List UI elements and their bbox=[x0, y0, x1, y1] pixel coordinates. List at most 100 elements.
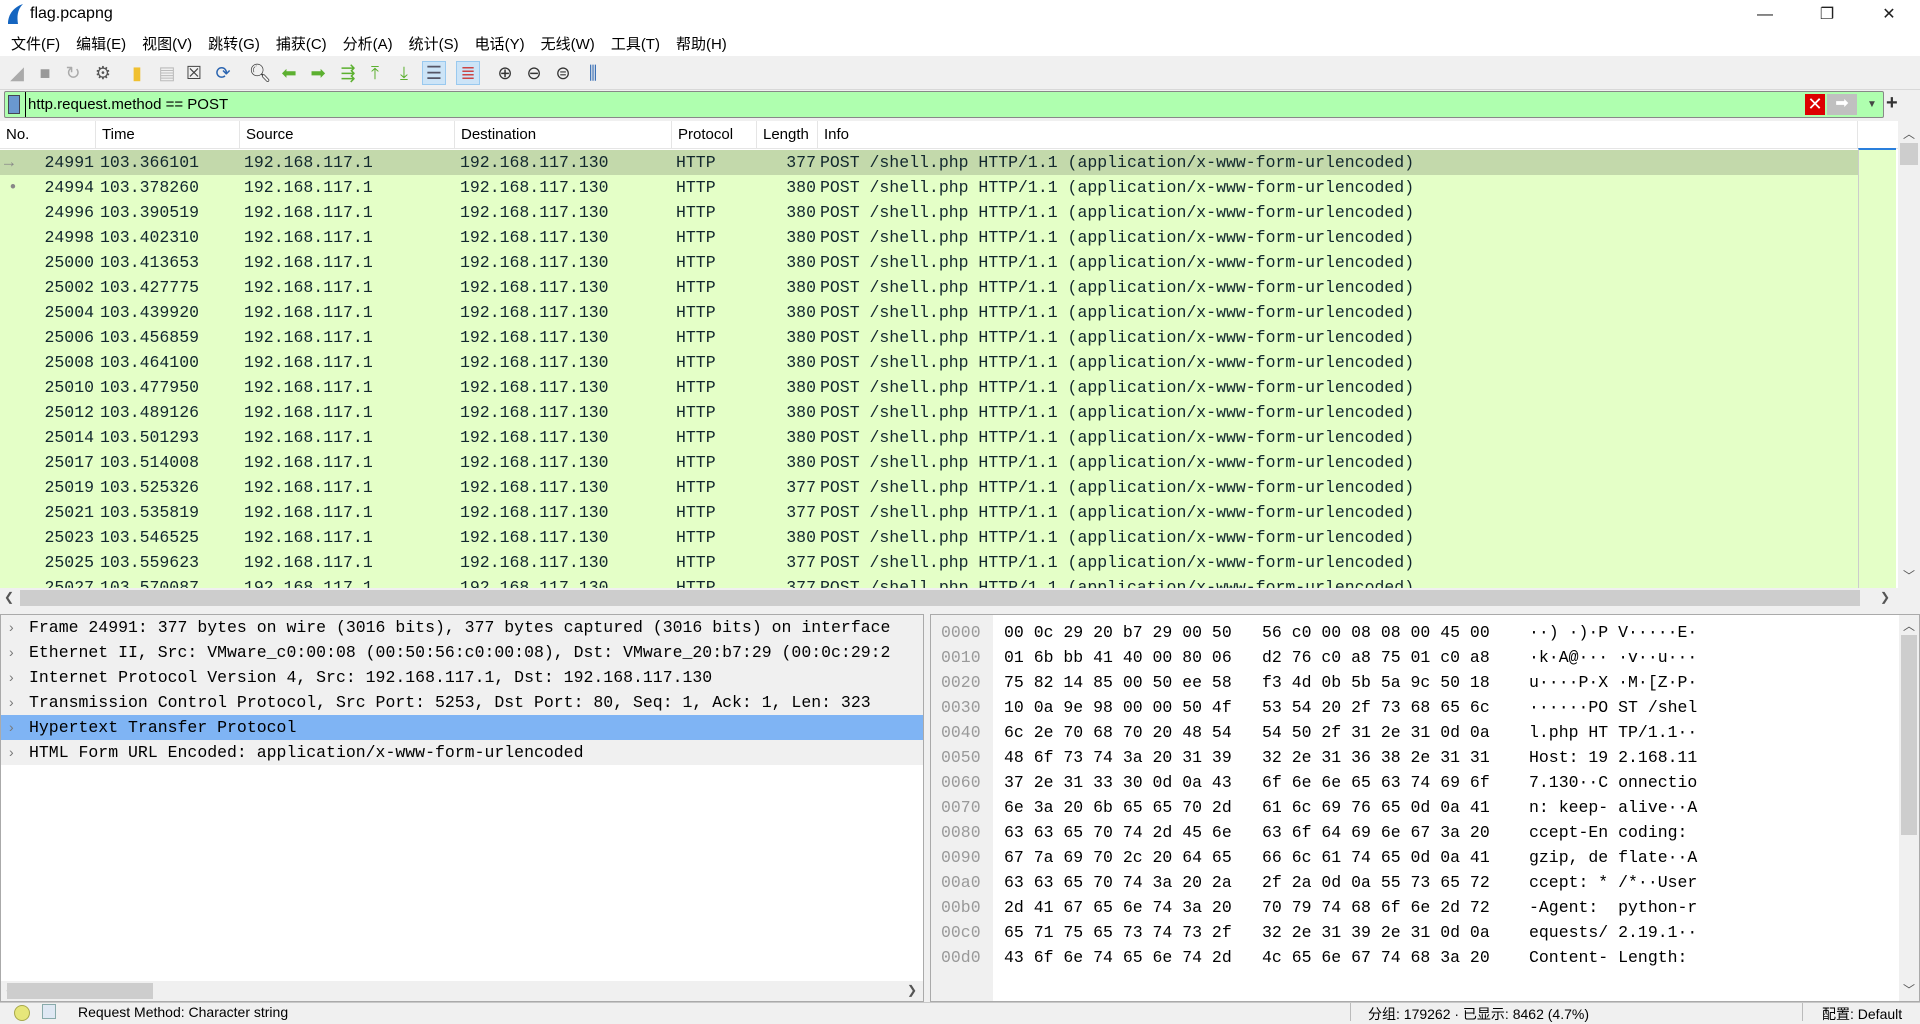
hex-bytes-2[interactable]: 2f 2a 0d 0a 55 73 65 72 bbox=[1262, 870, 1490, 895]
hex-bytes-2[interactable]: 32 2e 31 39 2e 31 0d 0a bbox=[1262, 920, 1490, 945]
column-header-info[interactable]: Info bbox=[818, 121, 1858, 149]
hex-bytes-1[interactable]: 10 0a 9e 98 00 00 50 4f bbox=[1004, 695, 1232, 720]
reload-icon[interactable]: ⟳ bbox=[211, 61, 235, 85]
hex-bytes-1[interactable]: 01 6b bb 41 40 00 80 06 bbox=[1004, 645, 1232, 670]
hex-bytes-1[interactable]: 6c 2e 70 68 70 20 48 54 bbox=[1004, 720, 1232, 745]
hex-bytes-1[interactable]: 6e 3a 20 6b 65 65 70 2d bbox=[1004, 795, 1232, 820]
hex-bytes-2[interactable]: 70 79 74 68 6f 6e 2d 72 bbox=[1262, 895, 1490, 920]
detail-tree-item[interactable]: › Transmission Control Protocol, Src Port… bbox=[1, 690, 923, 715]
expand-chevron-icon[interactable]: › bbox=[9, 715, 14, 740]
ascii-bytes[interactable]: u····P·X ·M·[Z·P· bbox=[1529, 670, 1697, 695]
scroll-down-icon[interactable]: ﹀ bbox=[1898, 567, 1920, 584]
ascii-bytes[interactable]: ······PO ST /shel bbox=[1529, 695, 1697, 720]
packet-row[interactable]: 25000 103.413653 192.168.117.1 192.168.117.… bbox=[0, 250, 1858, 275]
go-back-icon[interactable]: ⬅ bbox=[277, 61, 301, 85]
packet-row[interactable]: 25027 103.570087 192.168.117.1 192.168.117.… bbox=[0, 575, 1858, 588]
scrollbar-thumb[interactable] bbox=[1901, 635, 1917, 835]
column-header-time[interactable]: Time bbox=[96, 121, 240, 149]
menu-item[interactable]: 工具(T) bbox=[608, 33, 669, 54]
menu-item[interactable]: 分析(A) bbox=[340, 33, 402, 54]
packet-row[interactable]: 25004 103.439920 192.168.117.1 192.168.117.… bbox=[0, 300, 1858, 325]
add-filter-button-icon[interactable]: + bbox=[1886, 92, 1898, 115]
ascii-bytes[interactable]: l.php HT TP/1.1·· bbox=[1529, 720, 1697, 745]
ascii-bytes[interactable]: Content- Length: bbox=[1529, 945, 1697, 970]
open-file-icon[interactable]: ▮ bbox=[125, 61, 149, 85]
packet-row[interactable]: 25006 103.456859 192.168.117.1 192.168.117.… bbox=[0, 325, 1858, 350]
zoom-in-icon[interactable]: ⊕ bbox=[493, 61, 517, 85]
details-horizontal-scrollbar[interactable]: ❮ ❯ bbox=[1, 981, 923, 1001]
find-packet-icon[interactable]: 🔍︎ bbox=[248, 61, 272, 85]
column-header-source[interactable]: Source bbox=[240, 121, 455, 149]
expand-chevron-icon[interactable]: › bbox=[9, 690, 14, 715]
menu-item[interactable]: 帮助(H) bbox=[673, 33, 736, 54]
ascii-bytes[interactable]: Host: 19 2.168.11 bbox=[1529, 745, 1697, 770]
scroll-left-icon[interactable]: ❮ bbox=[2, 590, 16, 604]
hex-bytes-2[interactable]: 63 6f 64 69 6e 67 3a 20 bbox=[1262, 820, 1490, 845]
scroll-right-icon[interactable]: ❯ bbox=[1878, 590, 1892, 604]
hex-bytes-1[interactable]: 65 71 75 65 73 74 73 2f bbox=[1004, 920, 1232, 945]
ascii-bytes[interactable]: equests/ 2.19.1·· bbox=[1529, 920, 1697, 945]
hex-bytes-1[interactable]: 48 6f 73 74 3a 20 31 39 bbox=[1004, 745, 1232, 770]
menu-item[interactable]: 捕获(C) bbox=[273, 33, 336, 54]
hex-bytes-2[interactable]: 61 6c 69 76 65 0d 0a 41 bbox=[1262, 795, 1490, 820]
packet-row[interactable]: 25025 103.559623 192.168.117.1 192.168.117.… bbox=[0, 550, 1858, 575]
hex-bytes-2[interactable]: 32 2e 31 36 38 2e 31 31 bbox=[1262, 745, 1490, 770]
zoom-out-icon[interactable]: ⊖ bbox=[522, 61, 546, 85]
minimize-button[interactable]: — bbox=[1742, 0, 1788, 30]
expand-chevron-icon[interactable]: › bbox=[9, 740, 14, 765]
zoom-normal-icon[interactable]: ⊜ bbox=[551, 61, 575, 85]
resize-columns-icon[interactable]: ⫼ bbox=[581, 61, 605, 85]
hex-bytes-2[interactable]: 53 54 20 2f 73 68 65 6c bbox=[1262, 695, 1490, 720]
hex-bytes-2[interactable]: 56 c0 00 08 08 00 45 00 bbox=[1262, 620, 1490, 645]
first-packet-icon[interactable]: ⤒ bbox=[363, 61, 387, 85]
ascii-bytes[interactable]: ··) ·)·P V·····E· bbox=[1529, 620, 1697, 645]
scroll-up-icon[interactable]: ︿ bbox=[1898, 125, 1920, 142]
last-packet-icon[interactable]: ⤓ bbox=[392, 61, 416, 85]
menu-item[interactable]: 视图(V) bbox=[139, 33, 201, 54]
packet-row[interactable]: 25010 103.477950 192.168.117.1 192.168.117.… bbox=[0, 375, 1858, 400]
detail-tree-item[interactable]: › Hypertext Transfer Protocol bbox=[1, 715, 923, 740]
hex-bytes-2[interactable]: 6f 6e 6e 65 63 74 69 6f bbox=[1262, 770, 1490, 795]
menu-item[interactable]: 文件(F) bbox=[8, 33, 69, 54]
ascii-bytes[interactable]: -Agent: python-r bbox=[1529, 895, 1697, 920]
hex-bytes-1[interactable]: 2d 41 67 65 6e 74 3a 20 bbox=[1004, 895, 1232, 920]
packet-row[interactable]: 25014 103.501293 192.168.117.1 192.168.117.… bbox=[0, 425, 1858, 450]
capture-comment-icon[interactable] bbox=[42, 1004, 56, 1019]
ascii-bytes[interactable]: ccept-En coding: bbox=[1529, 820, 1697, 845]
scrollbar-thumb[interactable] bbox=[1900, 143, 1918, 165]
packet-row[interactable]: 25012 103.489126 192.168.117.1 192.168.117.… bbox=[0, 400, 1858, 425]
ascii-bytes[interactable]: ·k·A@··· ·v··u··· bbox=[1529, 645, 1697, 670]
filter-bookmark-icon[interactable] bbox=[8, 95, 20, 114]
packet-row[interactable]: 25008 103.464100 192.168.117.1 192.168.117.… bbox=[0, 350, 1858, 375]
go-forward-icon[interactable]: ➡ bbox=[306, 61, 330, 85]
hex-bytes-1[interactable]: 00 0c 29 20 b7 29 00 50 bbox=[1004, 620, 1232, 645]
packet-row[interactable]: 25023 103.546525 192.168.117.1 192.168.117.… bbox=[0, 525, 1858, 550]
colorize-icon[interactable]: ≣ bbox=[456, 61, 480, 85]
scroll-right-icon[interactable]: ❯ bbox=[905, 983, 919, 997]
ascii-bytes[interactable]: ccept: * /*··User bbox=[1529, 870, 1697, 895]
file-icon[interactable]: ▤ bbox=[155, 61, 179, 85]
status-profile[interactable]: 配置: Default bbox=[1822, 1004, 1902, 1024]
expand-chevron-icon[interactable]: › bbox=[9, 615, 14, 640]
ascii-bytes[interactable]: 7.130··C onnectio bbox=[1529, 770, 1697, 795]
column-header-protocol[interactable]: Protocol bbox=[672, 121, 757, 149]
hex-bytes-1[interactable]: 37 2e 31 33 30 0d 0a 43 bbox=[1004, 770, 1232, 795]
ascii-bytes[interactable]: n: keep- alive··A bbox=[1529, 795, 1697, 820]
packet-row[interactable]: 24991 103.366101 192.168.117.1 192.168.117.… bbox=[0, 150, 1858, 175]
column-header-destination[interactable]: Destination bbox=[455, 121, 672, 149]
maximize-button[interactable]: ❐ bbox=[1804, 0, 1850, 30]
packet-list-horizontal-scrollbar[interactable]: ❮ ❯ bbox=[0, 588, 1898, 608]
scroll-down-icon[interactable]: ﹀ bbox=[1899, 981, 1919, 998]
restart-capture-icon[interactable]: ↻ bbox=[61, 61, 85, 85]
bytes-vertical-scrollbar[interactable]: ︿ ﹀ bbox=[1899, 615, 1919, 1001]
detail-tree-item[interactable]: › Frame 24991: 377 bytes on wire (3016 bi… bbox=[1, 615, 923, 640]
menu-item[interactable]: 跳转(G) bbox=[205, 33, 269, 54]
close-button[interactable]: ✕ bbox=[1866, 0, 1912, 30]
column-header-length[interactable]: Length bbox=[757, 121, 818, 149]
menu-item[interactable]: 电话(Y) bbox=[472, 33, 534, 54]
hex-bytes-2[interactable]: 54 50 2f 31 2e 31 0d 0a bbox=[1262, 720, 1490, 745]
menu-item[interactable]: 统计(S) bbox=[406, 33, 468, 54]
hex-bytes-2[interactable]: d2 76 c0 a8 75 01 c0 a8 bbox=[1262, 645, 1490, 670]
detail-tree-item[interactable]: › Ethernet II, Src: VMware_c0:00:08 (00:5… bbox=[1, 640, 923, 665]
packet-list-minimap[interactable] bbox=[1858, 148, 1896, 588]
